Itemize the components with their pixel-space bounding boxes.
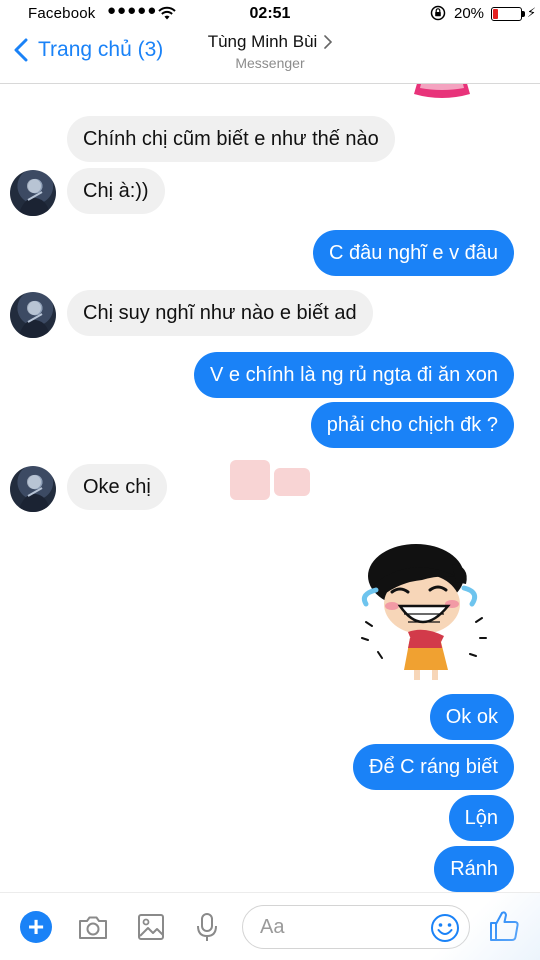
message-input-box[interactable] xyxy=(242,905,470,949)
microphone-icon[interactable] xyxy=(191,911,223,943)
avatar[interactable] xyxy=(10,292,56,338)
watermark-logo xyxy=(230,460,310,500)
gallery-icon[interactable] xyxy=(135,911,167,943)
battery-percent: 20% xyxy=(454,5,485,22)
laughing-girl-sticker[interactable] xyxy=(352,534,502,684)
composer-bar: + xyxy=(0,892,540,960)
message-incoming[interactable]: Oke chị xyxy=(67,464,167,510)
battery-icon xyxy=(491,7,522,21)
rotation-lock-icon xyxy=(430,5,446,21)
message-outgoing[interactable]: Để C ráng biết xyxy=(353,744,514,790)
plus-icon[interactable]: + xyxy=(20,911,52,943)
thumbs-up-icon[interactable] xyxy=(488,909,520,943)
message-outgoing[interactable]: Ok ok xyxy=(429,694,514,740)
emoji-icon[interactable] xyxy=(430,913,460,943)
contact-name: Tùng Minh Bùi xyxy=(207,32,318,51)
message-thread[interactable]: Chính chị cũm biết e như thế nào Chị à:)… xyxy=(0,84,540,892)
message-outgoing[interactable]: V e chính là ng rủ ngta đi ăn xon xyxy=(194,352,514,398)
message-incoming[interactable]: Chính chị cũm biết e như thế nào xyxy=(67,116,395,162)
camera-icon[interactable] xyxy=(77,911,109,943)
message-incoming[interactable]: Chị à:)) xyxy=(67,168,165,214)
avatar[interactable] xyxy=(10,170,56,216)
message-outgoing[interactable]: Ránh xyxy=(434,846,514,892)
battery-nub xyxy=(522,11,525,17)
message-outgoing[interactable]: C đâu nghĩ e v đâu xyxy=(312,230,514,276)
conversation-header: Trang chủ (3) Tùng Minh Bùi Messenger xyxy=(0,28,540,84)
message-outgoing[interactable]: phải cho chịch đk ? xyxy=(310,402,514,448)
message-input[interactable] xyxy=(260,906,420,948)
message-outgoing[interactable]: Lộn xyxy=(448,795,514,841)
sticker-partial xyxy=(414,84,470,98)
chevron-right-icon xyxy=(324,35,333,49)
status-bar: Facebook ●●●●● 02:51 20% ⚡ xyxy=(0,0,540,30)
contact-subtitle: Messenger xyxy=(235,55,305,71)
avatar[interactable] xyxy=(10,466,56,512)
charging-bolt-icon: ⚡ xyxy=(527,5,537,20)
contact-title[interactable]: Tùng Minh Bùi Messenger xyxy=(0,32,540,71)
message-incoming[interactable]: Chị suy nghĩ như nào e biết ad xyxy=(67,290,373,336)
